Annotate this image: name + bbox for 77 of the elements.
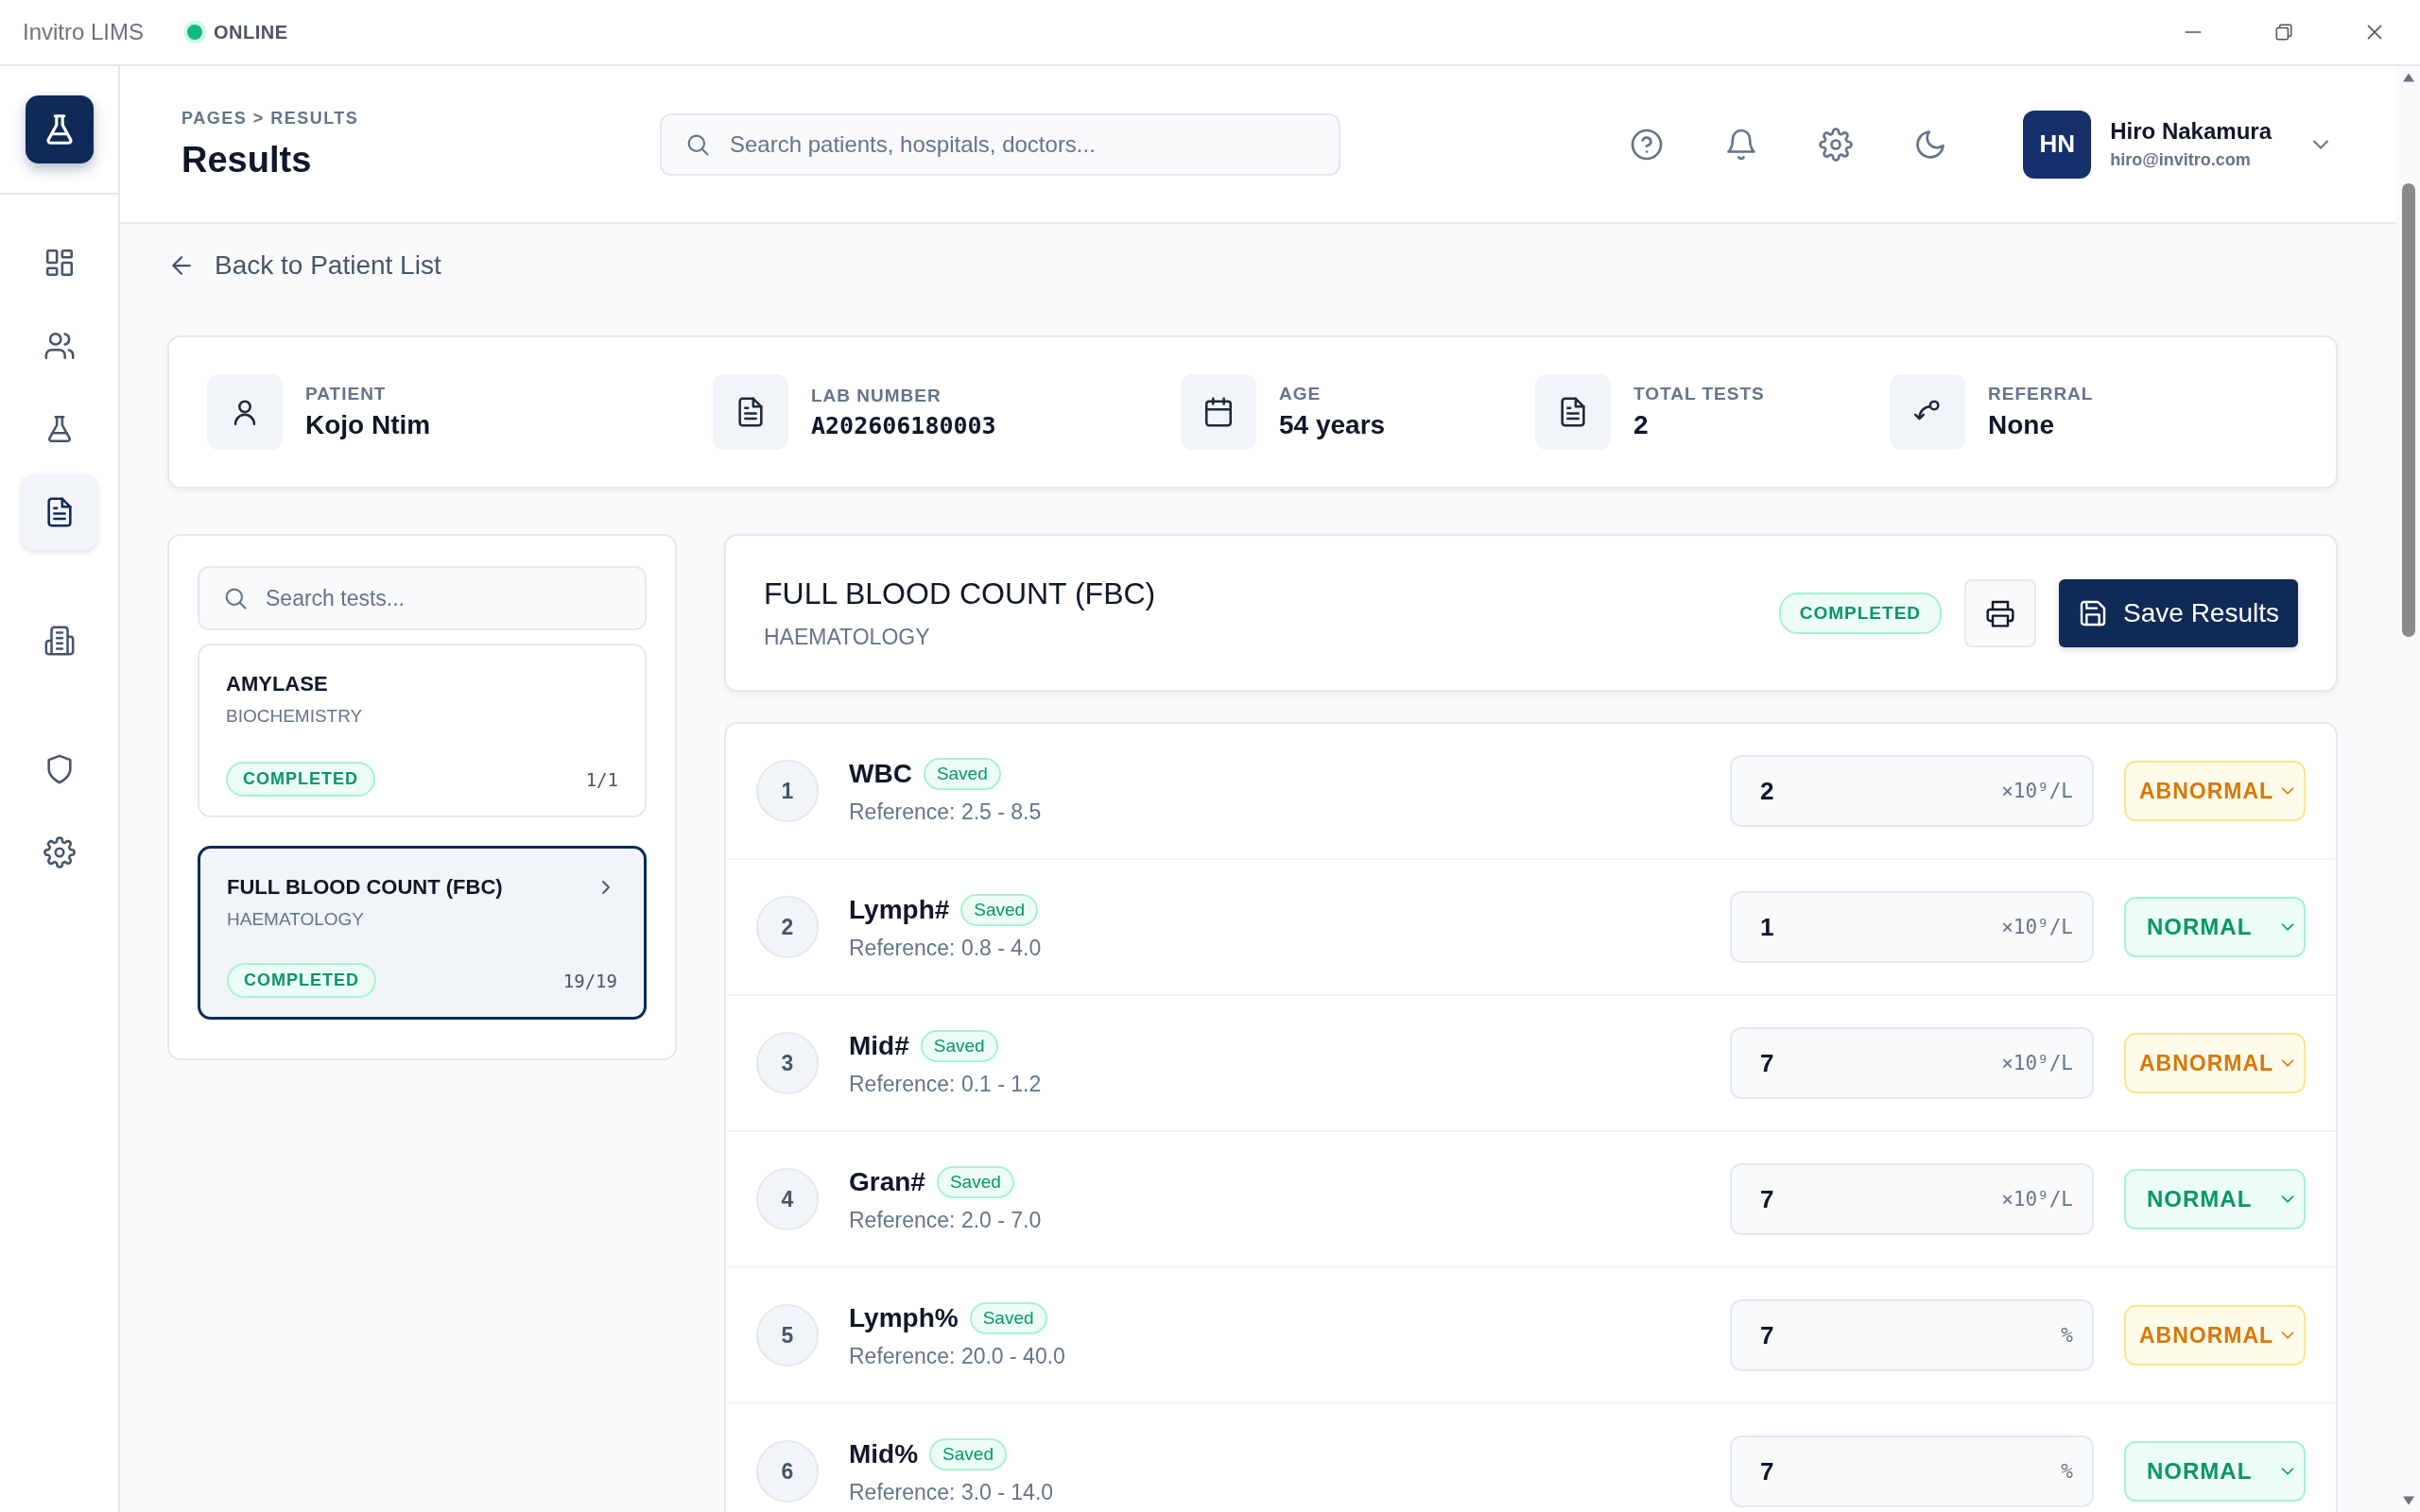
saved-badge: Saved [929, 1437, 1007, 1470]
saved-badge: Saved [920, 1029, 998, 1062]
app-title: Invitro LIMS [23, 19, 145, 45]
test-title: FULL BLOOD COUNT (FBC) [764, 576, 1156, 611]
back-link[interactable]: Back to Patient List [167, 250, 441, 281]
saved-badge: Saved [960, 893, 1039, 926]
test-department: BIOCHEMISTRY [226, 706, 364, 727]
test-name: FULL BLOOD COUNT (FBC) [227, 875, 503, 900]
field-value: A202606180003 [811, 411, 996, 439]
status-dropdown[interactable]: NORMAL [2124, 1169, 2306, 1229]
row-number: 4 [756, 1168, 819, 1230]
connection-status: ONLINE [214, 21, 288, 43]
unit-label: ×10⁹/L [2001, 780, 2073, 802]
status-badge: COMPLETED [1778, 592, 1943, 634]
unit-label: % [2061, 1460, 2073, 1483]
reference-range: Reference: 0.1 - 1.2 [849, 1071, 1042, 1097]
save-button[interactable]: Save Results [2059, 578, 2298, 647]
calendar-icon [1202, 396, 1235, 428]
scrollbar-thumb[interactable] [2401, 183, 2415, 637]
test-count: 19/19 [562, 970, 617, 991]
field-label: LAB NUMBER [811, 385, 942, 406]
users-icon [43, 330, 76, 362]
test-parameter: Gran# [849, 1166, 925, 1197]
search-field[interactable]: Search patients, hospitals, doctors... [660, 112, 1340, 176]
test-name: AMYLASE [226, 672, 328, 696]
field-value: Kojo Ntim [305, 410, 431, 440]
field-label: TOTAL TESTS [1634, 384, 1765, 404]
search-field[interactable]: Search tests... [198, 566, 647, 630]
field-value: None [1988, 410, 2055, 440]
user-name: Hiro Nakamura [2110, 118, 2272, 145]
field-label: PATIENT [305, 384, 388, 404]
user-avatar[interactable]: HN [2023, 110, 2092, 179]
logo-icon [25, 95, 94, 163]
saved-badge: Saved [936, 1165, 1014, 1198]
page-title: Results [182, 139, 313, 180]
unit-label: ×10⁹/L [2001, 916, 2073, 938]
saved-badge: Saved [969, 1301, 1047, 1334]
building-icon [43, 625, 76, 657]
breadcrumb: PAGES > RESULTS [182, 108, 360, 129]
reference-range: Reference: 3.0 - 14.0 [849, 1479, 1054, 1505]
test-item[interactable]: AMYLASE BIOCHEMISTRY COMPLETED 1/1 [198, 644, 647, 817]
unit-label: ×10⁹/L [2001, 1052, 2073, 1074]
row-number: 1 [756, 760, 819, 822]
status-badge: COMPLETED [226, 762, 375, 797]
field-value: 54 years [1279, 410, 1386, 440]
scroll-up-icon[interactable] [2400, 72, 2416, 83]
status-badge: COMPLETED [227, 963, 376, 998]
user-email: hiro@invitro.com [2110, 150, 2252, 170]
status-dropdown[interactable]: NORMAL [2124, 897, 2306, 957]
print-button[interactable] [1964, 578, 2037, 647]
test-item[interactable]: FULL BLOOD COUNT (FBC) HAEMATOLOGY COMPLETED 19/19 [198, 846, 647, 1020]
test-parameter: Lymph# [849, 894, 950, 925]
row-number: 5 [756, 1304, 819, 1366]
nav-item[interactable] [21, 474, 97, 550]
test-parameter: Mid% [849, 1438, 919, 1469]
field-label: REFERRAL [1988, 384, 2094, 404]
test-department: HAEMATOLOGY [227, 909, 365, 930]
test-department: HAEMATOLOGY [764, 624, 931, 650]
row-number: 2 [756, 896, 819, 958]
row-number: 6 [756, 1440, 819, 1503]
settings-icon [43, 836, 76, 868]
test-parameter: Lymph% [849, 1302, 959, 1333]
reference-range: Reference: 0.8 - 4.0 [849, 935, 1042, 961]
field-label: AGE [1279, 384, 1322, 404]
unit-label: % [2061, 1324, 2073, 1347]
row-number: 3 [756, 1032, 819, 1094]
test-parameter: Mid# [849, 1030, 909, 1061]
saved-badge: Saved [923, 757, 1001, 790]
field-value: 2 [1634, 410, 1650, 440]
test-count: 1/1 [585, 768, 618, 790]
reference-range: Reference: 2.0 - 7.0 [849, 1207, 1042, 1233]
reference-range: Reference: 2.5 - 8.5 [849, 799, 1042, 825]
unit-label: ×10⁹/L [2001, 1188, 2073, 1211]
restore-icon[interactable] [2273, 22, 2294, 43]
status-dropdown[interactable]: NORMAL [2124, 1441, 2306, 1502]
reference-range: Reference: 20.0 - 40.0 [849, 1343, 1065, 1369]
test-parameter: WBC [849, 758, 912, 789]
